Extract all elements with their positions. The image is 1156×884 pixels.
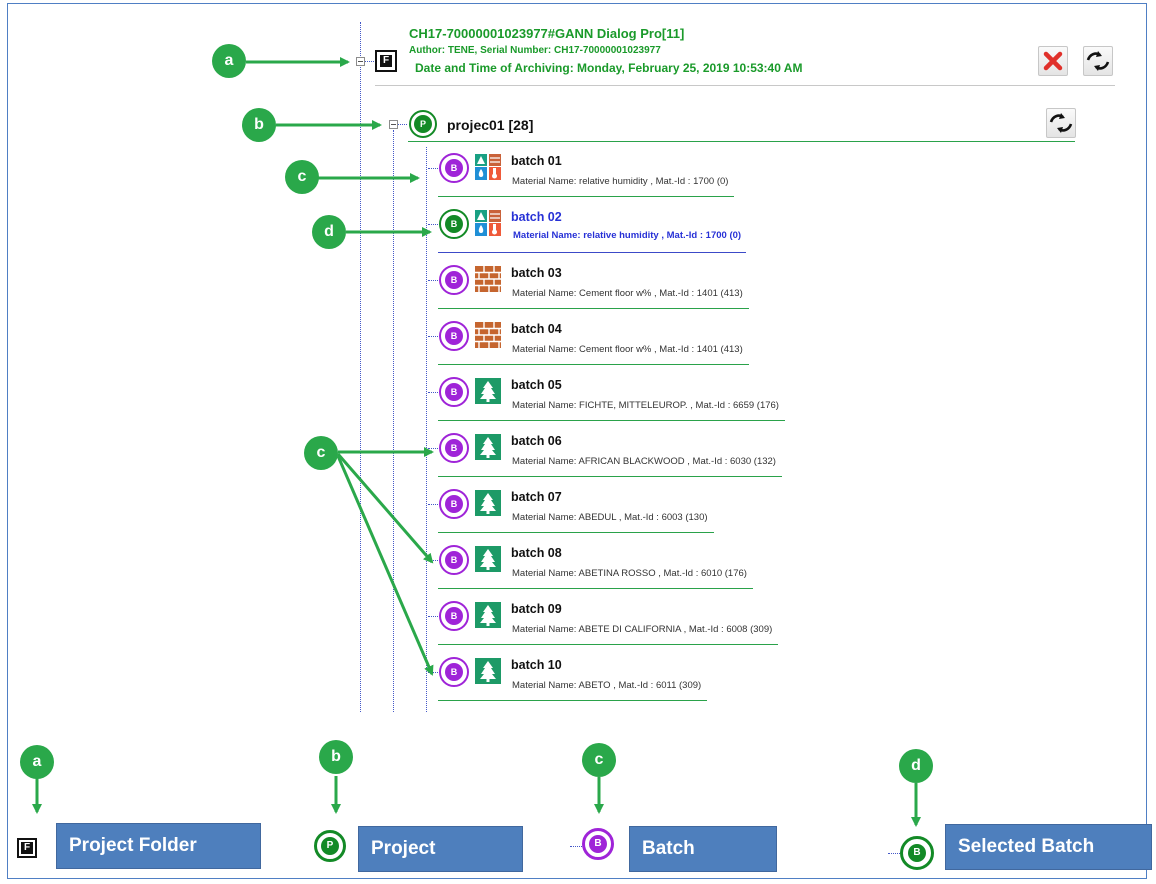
legend-badge-a: a bbox=[20, 745, 54, 779]
legend-project: Project bbox=[358, 826, 523, 872]
project-folder-icon: F bbox=[17, 838, 37, 858]
tree-connector bbox=[570, 846, 582, 847]
tree-connector bbox=[888, 853, 900, 854]
callout-badge-b: b bbox=[242, 108, 276, 142]
callout-arrow-c3 bbox=[336, 453, 434, 564]
legend-badge-c: c bbox=[582, 743, 616, 777]
batch-icon: B bbox=[582, 828, 614, 860]
callout-arrow-c4 bbox=[336, 455, 434, 676]
legend-batch: Batch bbox=[629, 826, 777, 872]
callout-badge-d: d bbox=[312, 215, 346, 249]
legend-badge-d: d bbox=[899, 749, 933, 783]
callout-badge-c: c bbox=[304, 436, 338, 470]
project-icon: P bbox=[314, 830, 346, 862]
legend-selected-batch: Selected Batch bbox=[945, 824, 1152, 870]
callout-badge-c: c bbox=[285, 160, 319, 194]
selected-batch-icon: B bbox=[900, 836, 934, 870]
legend-project-folder: Project Folder bbox=[56, 823, 261, 869]
callout-badge-a: a bbox=[212, 44, 246, 78]
callout-arrows bbox=[32, 57, 921, 827]
legend-badge-b: b bbox=[319, 740, 353, 774]
